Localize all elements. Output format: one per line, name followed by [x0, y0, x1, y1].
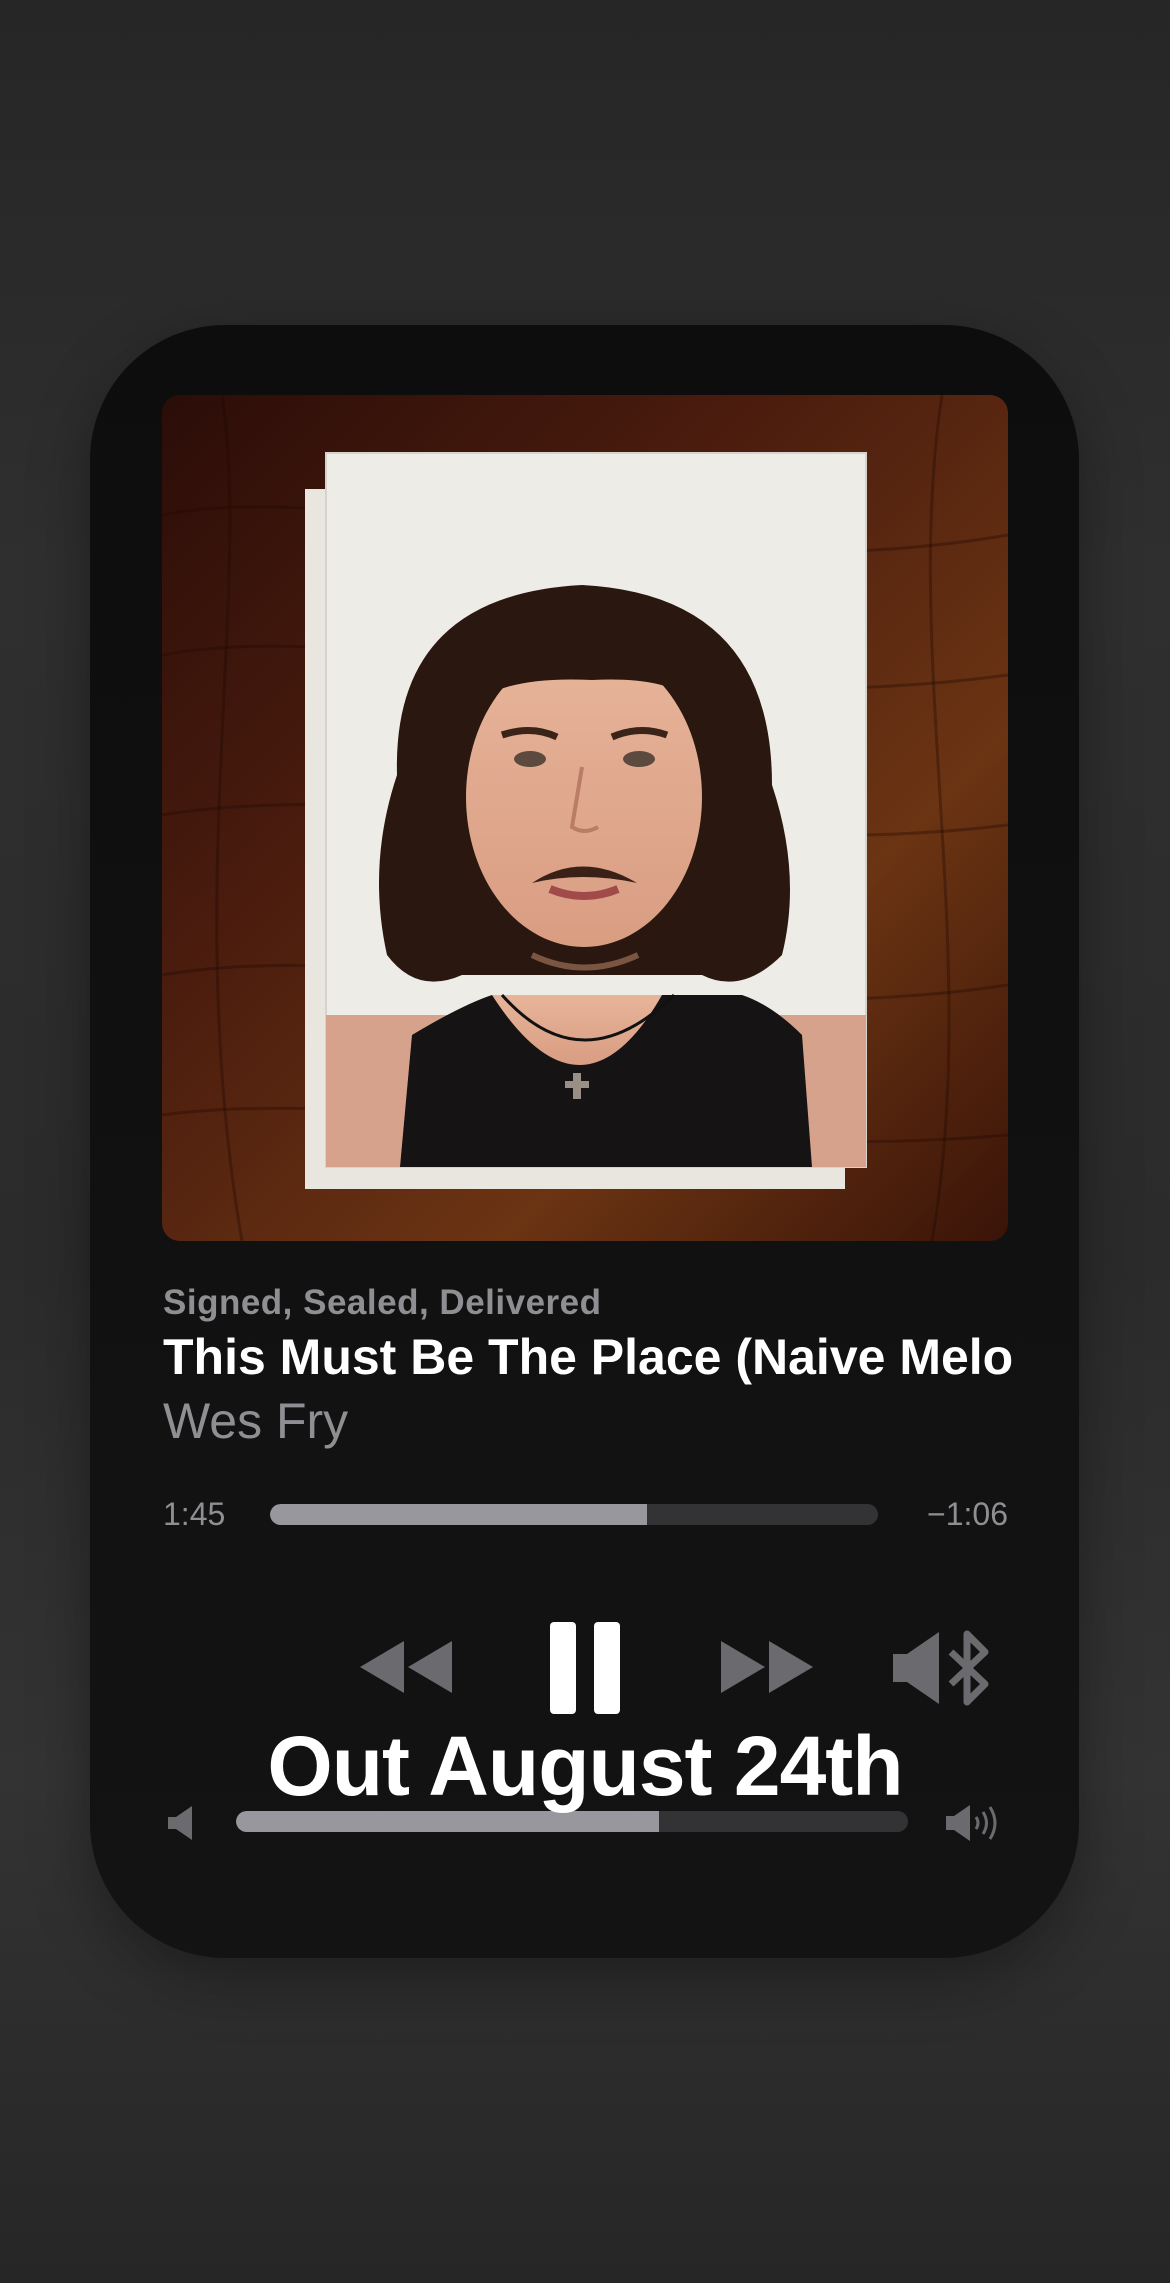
album-artwork[interactable] [162, 395, 1008, 1241]
remaining-time: −1:06 [927, 1496, 1008, 1532]
album-name: Signed, Sealed, Delivered [163, 1283, 602, 1322]
playback-scrubber[interactable] [270, 1504, 878, 1525]
elapsed-time: 1:45 [163, 1496, 226, 1532]
release-date-overlay: Out August 24th [267, 1719, 903, 1813]
pause-icon[interactable] [550, 1622, 620, 1714]
album-artwork-image [162, 395, 1008, 1241]
artist-name[interactable]: Wes Fry [163, 1392, 348, 1450]
forward-icon[interactable] [717, 1637, 817, 1697]
backward-icon[interactable] [356, 1637, 456, 1697]
playback-progress-fill [270, 1504, 647, 1525]
speaker-bluetooth-icon[interactable] [893, 1630, 995, 1706]
track-title: This Must Be The Place (Naive Melody) [163, 1329, 1013, 1385]
